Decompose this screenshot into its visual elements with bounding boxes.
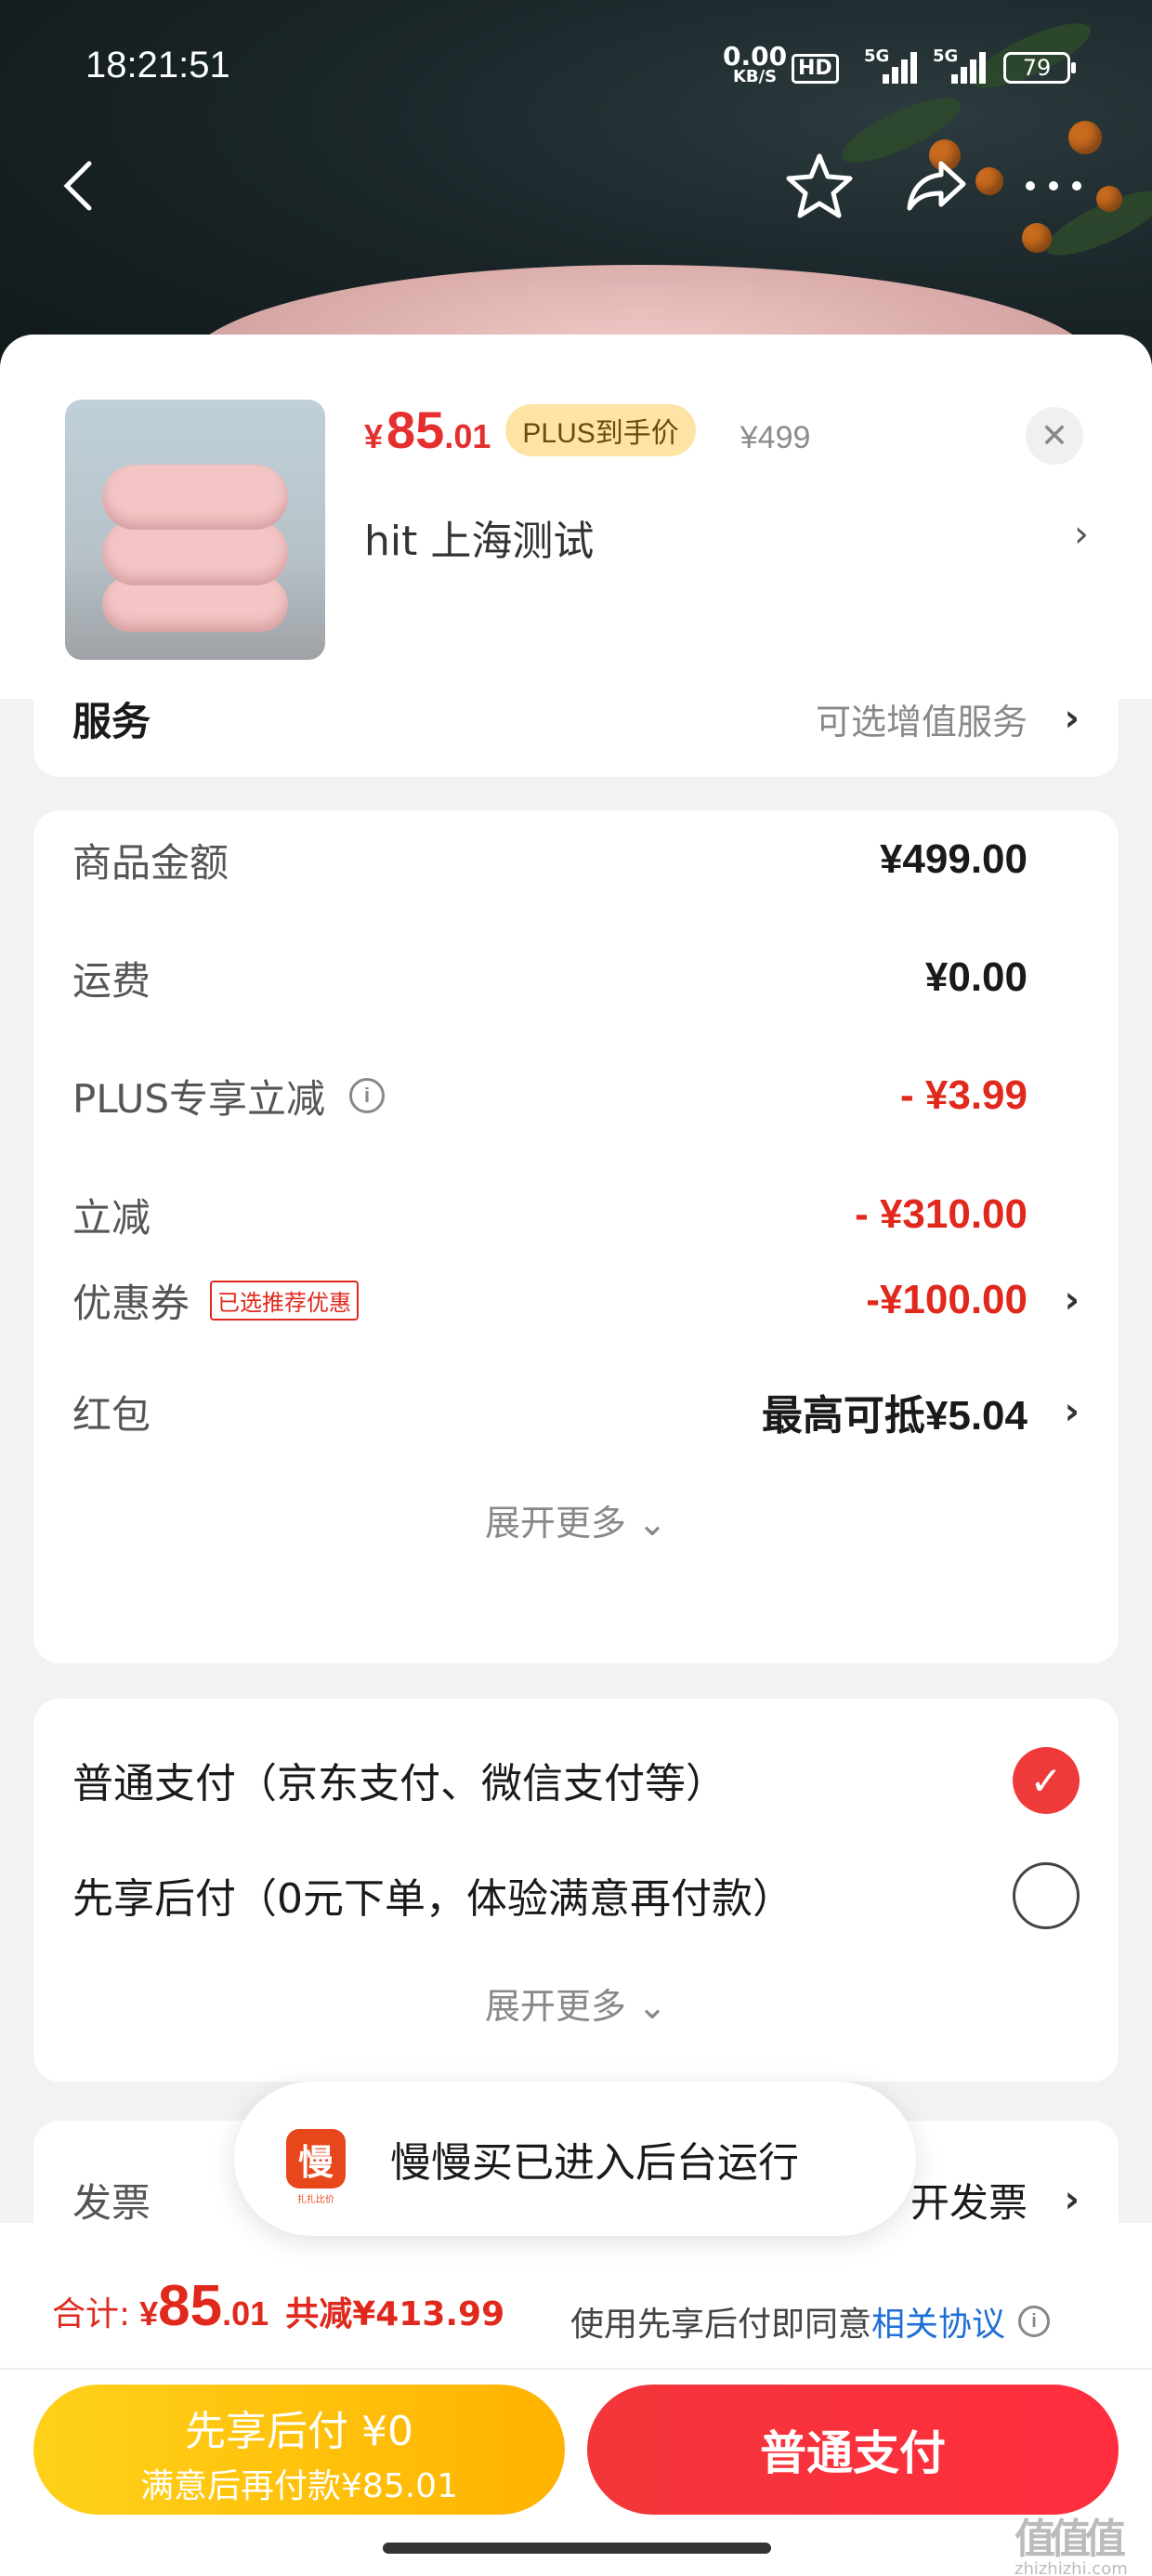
service-value: 可选增值服务	[815, 703, 1028, 743]
hd-voice-icon: HD	[792, 54, 839, 84]
home-indicator[interactable]	[383, 2543, 771, 2554]
share-icon[interactable]	[899, 149, 974, 223]
original-price: ¥499	[740, 420, 811, 455]
back-icon[interactable]	[41, 149, 115, 223]
payment-method-card: 普通支付（京东支付、微信支付等） ✓ 先享后付（0元下单，体验满意再付款） 展开…	[33, 1699, 1119, 2082]
invoice-label: 发票	[72, 2179, 151, 2226]
more-icon[interactable]	[1016, 149, 1091, 223]
chevron-right-icon: ›	[1064, 1390, 1080, 1433]
pay-later-agreement: 使用先享后付即同意 相关协议 i	[570, 2297, 1051, 2346]
expand-more-button[interactable]: 展开更多 ⌄	[33, 1978, 1119, 2029]
toast-message: 慢慢买已进入后台运行	[390, 2139, 799, 2187]
checkout-footer: 合计: ¥ 85 .01 共减¥413.99 使用先享后付即同意 相关协议 i …	[0, 2223, 1152, 2576]
agreement-link[interactable]: 相关协议	[871, 2297, 1005, 2346]
price-row: ¥85.01 PLUS到手价 ¥499	[364, 400, 810, 465]
info-icon[interactable]: i	[1018, 2306, 1051, 2337]
status-time: 18:21:51	[85, 45, 230, 85]
total-saved: 共减¥413.99	[285, 2295, 505, 2333]
battery-icon: 79	[1003, 52, 1076, 84]
signal-icon: 5G	[864, 46, 920, 84]
pay-later-button[interactable]: 先享后付 ¥0 满意后再付款¥85.01	[33, 2385, 565, 2515]
radio-unchecked-icon[interactable]	[1013, 1862, 1080, 1929]
product-thumbnail	[65, 400, 325, 660]
chevron-right-icon: ›	[1064, 2178, 1080, 2221]
chevron-right-icon: ›	[1064, 697, 1080, 740]
price-detail-card-lower: 优惠券 已选推荐优惠 -¥100.00 › 红包 最高可抵¥5.04 › 展开更多…	[33, 1264, 1119, 1663]
payment-option-normal[interactable]: 普通支付（京东支付、微信支付等）	[72, 1747, 1080, 1812]
divider	[0, 2368, 1152, 2370]
site-watermark: 值值值 zhizhizhi.com	[1015, 2516, 1128, 2576]
normal-pay-button[interactable]: 普通支付	[587, 2385, 1119, 2515]
coupon-selected-tag: 已选推荐优惠	[210, 1280, 360, 1321]
radio-checked-icon[interactable]: ✓	[1013, 1747, 1080, 1814]
price-row-plus-discount: PLUS专享立减 i - ¥3.99	[72, 1072, 1028, 1122]
favorite-star-icon[interactable]	[782, 149, 857, 223]
chevron-right-icon: ›	[1074, 513, 1089, 556]
price-row-instant-discount: 立减 - ¥310.00	[72, 1191, 1028, 1241]
order-total: 合计: ¥ 85 .01 共减¥413.99	[52, 2274, 505, 2338]
price-row-coupon[interactable]: 优惠券 已选推荐优惠 -¥100.00 ›	[72, 1268, 1080, 1333]
price-row-red-packet[interactable]: 红包 最高可抵¥5.04 ›	[72, 1379, 1080, 1444]
chevron-right-icon: ›	[1064, 1279, 1080, 1321]
price-detail-card: 商品金额 ¥499.00 运费 ¥0.00 PLUS专享立减 i - ¥3.99 …	[33, 810, 1119, 1294]
price-row-goods: 商品金额 ¥499.00	[72, 836, 1028, 886]
plus-price-badge: PLUS到手价	[505, 404, 696, 456]
product-price: ¥85.01	[364, 401, 491, 459]
network-speed: 0.00 KB/S	[723, 41, 788, 87]
spec-selector[interactable]: hit 上海测试 ›	[364, 509, 1089, 565]
background-running-toast: 慢 扎扎比价 慢慢买已进入后台运行	[234, 2082, 916, 2236]
close-button[interactable]: ✕	[1026, 407, 1083, 465]
info-icon[interactable]: i	[349, 1078, 386, 1113]
signal-icon: 5G	[933, 46, 988, 84]
top-navigation	[0, 149, 1152, 223]
payment-option-pay-later[interactable]: 先享后付（0元下单，体验满意再付款）	[72, 1862, 1080, 1927]
status-bar: 18:21:51 0.00 KB/S HD 5G 5G 79	[0, 0, 1152, 130]
price-row-shipping: 运费 ¥0.00	[72, 954, 1028, 1004]
spec-text: hit 上海测试	[364, 518, 595, 565]
expand-more-button[interactable]: 展开更多 ⌄	[33, 1494, 1119, 1545]
manmanmai-app-icon: 慢 扎扎比价	[286, 2129, 346, 2205]
invoice-value: 开发票	[910, 2180, 1028, 2225]
product-summary: ¥85.01 PLUS到手价 ¥499 ✕ hit 上海测试 ›	[0, 335, 1152, 699]
